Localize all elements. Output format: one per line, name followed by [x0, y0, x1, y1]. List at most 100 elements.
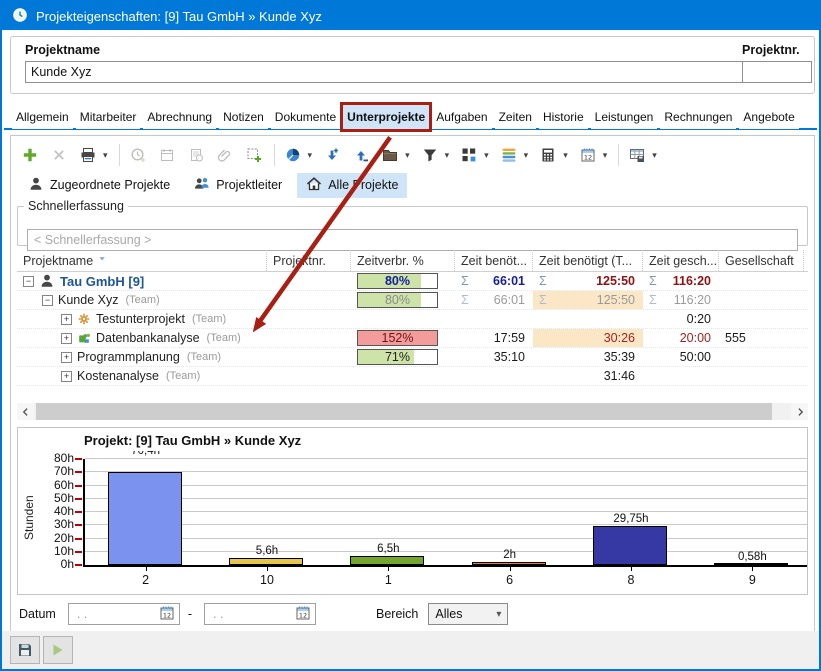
quick-entry-group: Schnellerfassung	[17, 199, 808, 246]
scroll-right-button[interactable]	[791, 403, 808, 420]
chevron-down-icon[interactable]: ▾	[563, 150, 568, 161]
projektnr-input[interactable]	[742, 61, 812, 83]
table-save-icon[interactable]	[626, 144, 648, 166]
tab-unterprojekte[interactable]: Unterprojekte	[343, 105, 429, 129]
add-icon[interactable]	[19, 144, 41, 166]
table-row-kostenanalyse[interactable]: +Kostenanalyse(Team)31:46	[17, 367, 808, 386]
collapse-icon[interactable]: −	[23, 276, 34, 287]
print-icon[interactable]	[77, 144, 99, 166]
date-to-input[interactable]: . . 12	[204, 603, 316, 625]
bereich-label: Bereich	[376, 607, 418, 621]
tab-abrechnung[interactable]: Abrechnung	[143, 105, 216, 129]
column-header-projektname[interactable]: Projektname	[17, 250, 267, 271]
date-from-input[interactable]: . . 12	[68, 603, 180, 625]
chevron-down-icon[interactable]: ▾	[603, 150, 608, 161]
view-button-alle-projekte[interactable]: Alle Projekte	[297, 173, 407, 198]
y-axis-tick	[75, 458, 82, 460]
export-up-icon[interactable]	[350, 144, 372, 166]
zeit-benoetigt-cell	[455, 310, 533, 328]
person-icon	[28, 176, 44, 195]
horizontal-scrollbar[interactable]	[17, 403, 808, 420]
grouping-icon[interactable]	[458, 144, 480, 166]
cell-value: 0:20	[687, 312, 711, 326]
gesellschaft-cell	[719, 272, 804, 290]
table-row-datenbankanalyse[interactable]: +Datenbankanalyse(Team)152%17:5930:2620:…	[17, 329, 808, 348]
calendar-date-icon[interactable]: 12	[159, 605, 175, 624]
cell-value: 116:20	[674, 293, 711, 307]
chevron-down-icon[interactable]: ▾	[103, 150, 108, 161]
expand-icon[interactable]: +	[61, 371, 72, 382]
people-icon	[194, 176, 210, 195]
column-header-zeit-benötigt-t-[interactable]: Zeit benötigt (T...	[533, 250, 643, 271]
projektnr-cell	[267, 310, 351, 328]
new-window-icon[interactable]	[243, 144, 265, 166]
table-row-tau-gmbh-9-[interactable]: −Tau GmbH [9]80%Σ66:01Σ125:50Σ116:20	[17, 272, 808, 291]
import-down-icon[interactable]	[321, 144, 343, 166]
calendar-date-icon[interactable]: 12	[577, 144, 599, 166]
tab-aufgaben[interactable]: Aufgaben	[432, 105, 491, 129]
cell-value: 35:39	[604, 350, 635, 364]
column-header-zeitverbr-[interactable]: Zeitverbr. %	[351, 250, 455, 271]
table-row-programmplanung[interactable]: +Programmplanung(Team)71%35:1035:3950:00	[17, 348, 808, 367]
cell-value: 125:50	[597, 293, 635, 307]
range-separator: -	[188, 607, 192, 621]
view-button-projektleiter[interactable]: Projektleiter	[185, 173, 291, 198]
chevron-down-icon[interactable]: ▾	[652, 150, 657, 161]
chevron-down-icon[interactable]: ▾	[308, 150, 313, 161]
tab-angebote[interactable]: Angebote	[739, 105, 798, 129]
pie-chart-icon[interactable]	[282, 144, 304, 166]
tab-dokumente[interactable]: Dokumente	[271, 105, 340, 129]
scroll-left-button[interactable]	[17, 403, 34, 420]
bereich-select[interactable]: Alles ▾	[428, 603, 508, 625]
collapse-icon[interactable]: −	[42, 295, 53, 306]
table-row-testunterprojekt[interactable]: +Testunterprojekt(Team)0:20	[17, 310, 808, 329]
chevron-down-icon[interactable]: ▾	[484, 150, 489, 161]
zeit-geschaetzt-cell: 20:00	[643, 329, 719, 347]
calendar-date-icon[interactable]: 12	[295, 605, 311, 624]
chevron-down-icon[interactable]: ▾	[445, 150, 450, 161]
color-lines-icon[interactable]	[498, 144, 520, 166]
table-row-kunde-xyz[interactable]: −Kunde Xyz(Team)80%Σ66:01Σ125:50Σ116:20	[17, 291, 808, 310]
y-axis-tick	[75, 498, 82, 500]
expand-icon[interactable]: +	[61, 314, 72, 325]
tab-rechnungen[interactable]: Rechnungen	[660, 105, 736, 129]
calendar-icon	[156, 144, 178, 166]
chart-ylabel: Stunden	[22, 495, 36, 540]
column-header-gesellschaft[interactable]: Gesellschaft	[719, 250, 804, 271]
quick-entry-input[interactable]	[27, 229, 798, 251]
play-button[interactable]	[43, 636, 73, 664]
view-button-zugeordnete-projekte[interactable]: Zugeordnete Projekte	[19, 173, 179, 198]
tab-zeiten[interactable]: Zeiten	[495, 105, 536, 129]
expand-icon[interactable]: +	[61, 333, 72, 344]
y-axis-tick	[75, 551, 82, 553]
chart-bar-8	[593, 526, 667, 565]
y-axis-tick	[75, 564, 82, 566]
plot-area: 70,4h5,6h6,5h2h29,75h0,58h	[85, 451, 808, 565]
tab-historie[interactable]: Historie	[539, 105, 588, 129]
y-axis-tick	[75, 524, 82, 526]
zeitverbrauch-cell: 152%	[351, 329, 455, 347]
tab-leistungen[interactable]: Leistungen	[591, 105, 658, 129]
expand-icon[interactable]: +	[61, 352, 72, 363]
zeit-benoetigt-cell: 35:10	[455, 348, 533, 366]
column-header-projektnr-[interactable]: Projektnr.	[267, 250, 351, 271]
tab-mitarbeiter[interactable]: Mitarbeiter	[76, 105, 141, 129]
tab-notizen[interactable]: Notizen	[219, 105, 268, 129]
folder-icon[interactable]	[379, 144, 401, 166]
projektname-input[interactable]	[25, 61, 743, 83]
sigma-icon: Σ	[461, 274, 469, 288]
chevron-down-icon[interactable]: ▾	[524, 150, 529, 161]
column-header-zeit-gesch-[interactable]: Zeit gesch...	[643, 250, 719, 271]
bar-value-label: 6,5h	[343, 543, 433, 555]
zeit-geschaetzt-cell: Σ116:20	[643, 272, 719, 290]
save-button[interactable]	[10, 636, 40, 664]
scrollbar-thumb[interactable]	[36, 403, 772, 420]
tab-bar: AllgemeinMitarbeiterAbrechnungNotizenDok…	[12, 102, 802, 129]
gesellschaft-cell: 555	[719, 329, 804, 347]
tab-allgemein[interactable]: Allgemein	[12, 105, 73, 129]
filter-icon[interactable]	[419, 144, 441, 166]
chevron-down-icon[interactable]: ▾	[405, 150, 410, 161]
team-label: (Team)	[166, 370, 200, 382]
calculator-icon[interactable]	[537, 144, 559, 166]
column-header-zeit-benöt-[interactable]: Zeit benöt...	[455, 250, 533, 271]
